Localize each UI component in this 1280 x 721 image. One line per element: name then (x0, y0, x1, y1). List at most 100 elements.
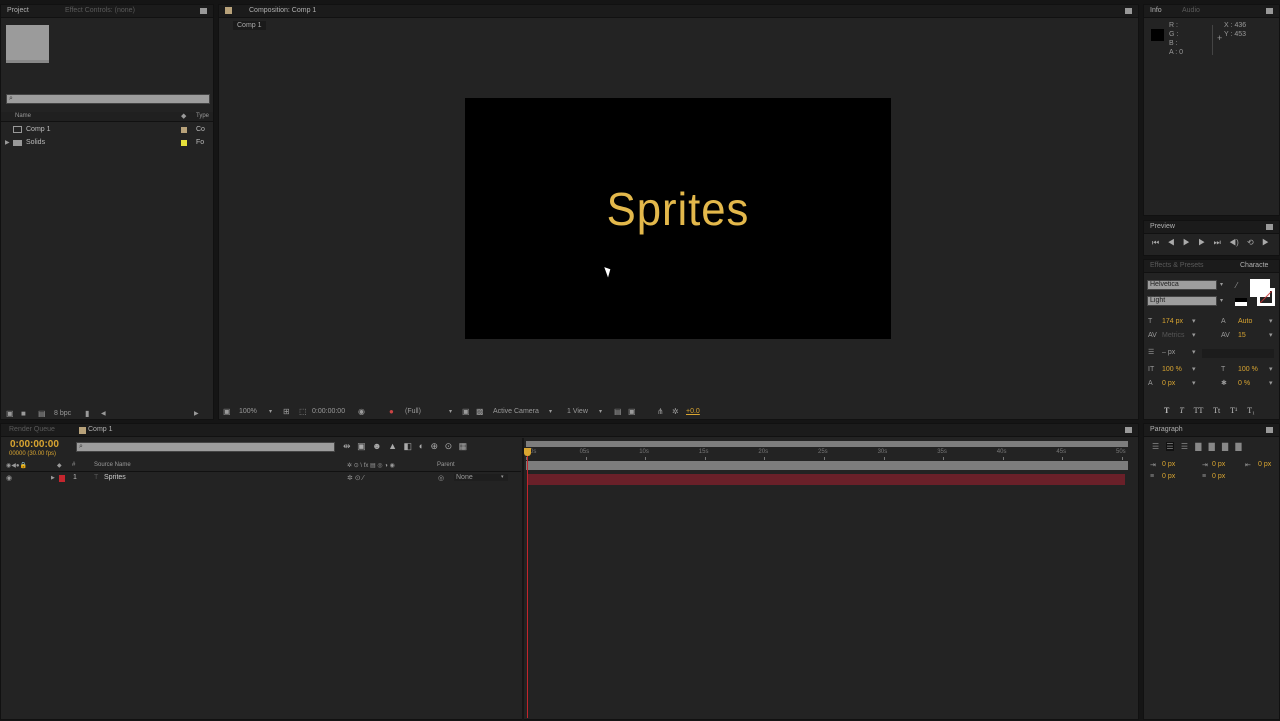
draft-3d-icon[interactable]: ▣ (357, 441, 366, 451)
col-source-name[interactable]: Source Name (94, 462, 131, 468)
graph-icon[interactable]: ▦ (459, 441, 468, 451)
always-preview-icon[interactable]: ▣ (223, 408, 231, 416)
pickwhip-icon[interactable]: ◎ (438, 474, 444, 482)
motion-blur-icon[interactable]: ◧ (404, 441, 413, 451)
auto-keyframe-icon[interactable]: ⊕ (431, 441, 439, 451)
layer-name[interactable]: Sprites (104, 474, 126, 481)
small-caps-button[interactable]: Tt (1213, 406, 1220, 415)
justify-last-center-icon[interactable]: ▇ (1209, 442, 1215, 451)
indent-right-value[interactable]: 0 px (1258, 461, 1271, 468)
comp-canvas[interactable]: Sprites (465, 98, 891, 339)
camera-select[interactable]: Active Camera (493, 408, 539, 415)
tab-comp-1[interactable]: Comp 1 (88, 426, 113, 433)
align-center-icon[interactable]: ☰ (1166, 442, 1174, 451)
graph-editor-icon[interactable]: ⊙ (445, 441, 453, 451)
chevron-down-icon[interactable]: ▾ (269, 408, 272, 416)
vertical-scale-value[interactable]: 100 % (1162, 363, 1182, 377)
new-comp-icon[interactable]: ▤ (38, 410, 46, 418)
font-family-select[interactable]: Helvetica (1147, 280, 1217, 290)
fast-preview-icon[interactable]: ▣ (462, 408, 470, 416)
layer-switches-icon[interactable]: ✲ ⊙ ⁄ (347, 474, 364, 482)
layer-row[interactable]: ◉ ▶ 1 T Sprites ✲ ⊙ ⁄ ◎ None ▾ (1, 474, 521, 484)
horizontal-scale-value[interactable]: 100 % (1238, 363, 1258, 377)
tab-composition[interactable]: Composition: Comp 1 (249, 7, 316, 14)
region-of-interest-icon[interactable]: ⊞ (283, 408, 290, 416)
timecode-display[interactable]: 0:00:00:00 (312, 408, 345, 415)
project-search-input[interactable]: ⌕ (6, 94, 210, 104)
loop-icon[interactable]: ⟲ (1247, 238, 1254, 247)
col-type[interactable]: Type (196, 113, 209, 119)
panel-menu-icon[interactable] (1266, 427, 1273, 433)
all-caps-button[interactable]: TT (1194, 406, 1204, 415)
panel-menu-icon[interactable] (1266, 224, 1273, 230)
stroke-width-value[interactable]: – px (1162, 346, 1175, 360)
snapshot-icon[interactable]: ◉ (358, 408, 365, 416)
brainstorm-icon[interactable]: ◐ (419, 441, 424, 451)
chevron-down-icon[interactable]: ▾ (549, 408, 552, 416)
kerning-value[interactable]: Metrics (1162, 329, 1185, 343)
chevron-down-icon[interactable]: ▾ (449, 408, 452, 416)
zoom-select[interactable]: 100% (239, 408, 257, 415)
panel-menu-icon[interactable] (1266, 8, 1273, 14)
first-frame-icon[interactable]: ⏮ (1152, 238, 1159, 247)
previous-frame-icon[interactable]: ◀ (1167, 238, 1174, 247)
tab-effects-presets[interactable]: Effects & Presets (1150, 262, 1204, 269)
eyedropper-icon[interactable]: ⁄ (1236, 282, 1237, 290)
tracking-value[interactable]: 15 (1238, 329, 1246, 343)
playhead[interactable] (527, 448, 528, 718)
resolution-select[interactable]: (Full) (405, 408, 421, 415)
justify-all-icon[interactable]: ▇ (1235, 442, 1241, 451)
project-item-solids[interactable]: ▶ Solids Fo (1, 137, 213, 149)
tab-info[interactable]: Info (1150, 7, 1162, 14)
expand-arrow-icon[interactable]: ▶ (51, 475, 55, 481)
tab-paragraph[interactable]: Paragraph (1150, 426, 1183, 433)
bpc-button[interactable]: 8 bpc (54, 410, 71, 417)
tab-project[interactable]: Project (7, 7, 29, 14)
breadcrumb[interactable]: Comp 1 (233, 21, 266, 30)
work-area-bar[interactable] (526, 441, 1128, 447)
playhead-handle[interactable] (524, 448, 531, 456)
faux-italic-button[interactable]: T (1179, 406, 1183, 415)
tsume-value[interactable]: 0 % (1238, 377, 1250, 391)
chevron-down-icon[interactable]: ▾ (1220, 281, 1223, 289)
checkerboard-icon[interactable]: ▩ (476, 408, 484, 416)
indent-first-value[interactable]: 0 px (1212, 461, 1225, 468)
last-frame-icon[interactable]: ⏭ (1214, 238, 1221, 247)
black-white-swatch[interactable] (1235, 298, 1247, 306)
project-item-comp[interactable]: Comp 1 Co (1, 124, 213, 136)
stroke-type-select[interactable] (1202, 349, 1274, 358)
font-style-select[interactable]: Light (1147, 296, 1217, 306)
align-left-icon[interactable]: ☰ (1152, 442, 1159, 451)
tab-preview[interactable]: Preview (1150, 223, 1175, 230)
ram-preview-icon[interactable]: ▶ (1262, 238, 1269, 247)
stroke-color-swatch[interactable] (1257, 288, 1275, 306)
new-folder-icon[interactable]: ■ (21, 410, 26, 418)
font-size-value[interactable]: 174 px (1162, 315, 1183, 329)
panel-menu-icon[interactable] (1125, 8, 1132, 14)
channel-icon[interactable]: ● (389, 408, 394, 416)
leading-value[interactable]: Auto (1238, 315, 1252, 329)
comp-duration-bar[interactable] (526, 461, 1128, 470)
layer-label-swatch[interactable] (59, 475, 65, 482)
next-frame-icon[interactable]: ▶ (1198, 238, 1205, 247)
chevron-down-icon[interactable]: ▾ (501, 474, 504, 480)
tab-effect-controls[interactable]: Effect Controls: (none) (65, 7, 135, 14)
space-before-value[interactable]: 0 px (1162, 473, 1175, 480)
visibility-icon[interactable]: ◉ (6, 474, 12, 482)
justify-last-left-icon[interactable]: ▇ (1195, 442, 1201, 451)
parent-select[interactable]: None (454, 474, 508, 481)
canvas-text-layer[interactable]: Sprites (476, 186, 881, 232)
toggle-pixel-aspect-icon[interactable]: ▤ (614, 408, 622, 416)
scroll-left-icon[interactable]: ◀ (101, 410, 106, 418)
chevron-down-icon[interactable]: ▾ (1220, 297, 1223, 305)
current-time-display[interactable]: 0:00:00:00 (10, 439, 59, 450)
lock-icon[interactable] (225, 7, 232, 14)
align-right-icon[interactable]: ☰ (1181, 442, 1188, 451)
exposure-icon[interactable]: ✲ (672, 408, 679, 416)
transparency-grid-icon[interactable]: ⬚ (299, 408, 307, 416)
superscript-button[interactable]: T¹ (1230, 406, 1237, 415)
audio-icon[interactable]: ◀) (1229, 238, 1239, 247)
space-after-value[interactable]: 0 px (1212, 473, 1225, 480)
trash-icon[interactable]: ▮ (85, 410, 89, 418)
tab-audio[interactable]: Audio (1182, 7, 1200, 14)
